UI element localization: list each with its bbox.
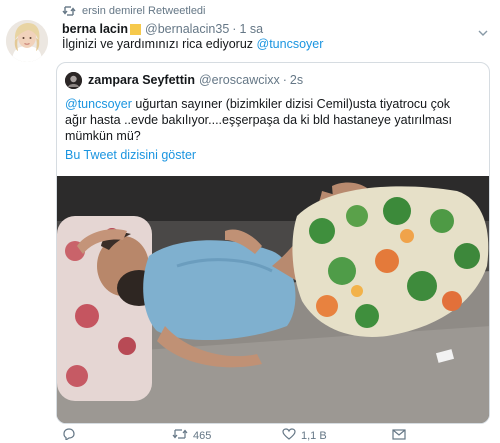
tweet-text: İlginizi ve yardımınızı rica ediyoruz @t… bbox=[62, 37, 323, 51]
quoted-author-avatar bbox=[65, 71, 82, 89]
separator-dot: · bbox=[232, 22, 237, 36]
retweet-indicator: ersin demirel Retweetledi bbox=[62, 3, 206, 19]
quoted-text-line-2: ağır hasta ..evde bakılıyor....eşşerpaşa… bbox=[65, 113, 453, 127]
heart-icon bbox=[282, 428, 296, 443]
quoted-tweet[interactable]: zampara Seyfettin @eroscawcixx · 2s @tun… bbox=[56, 62, 490, 424]
show-thread-link[interactable]: Bu Tweet dizisini göster bbox=[65, 148, 196, 162]
retweet-text[interactable]: ersin demirel Retweetledi bbox=[82, 5, 206, 17]
tweet-time[interactable]: 1 sa bbox=[239, 22, 263, 36]
quoted-tweet-text: @tuncsoyer uğurtan sayıner (bizimkiler d… bbox=[65, 96, 475, 144]
direct-message-button[interactable] bbox=[392, 428, 406, 443]
tweet-mention-link[interactable]: @tuncsoyer bbox=[257, 37, 324, 51]
mail-icon bbox=[392, 428, 406, 443]
reply-button[interactable] bbox=[62, 428, 76, 443]
tweet-actions: 465 1,1 B bbox=[62, 426, 482, 443]
quoted-author-handle[interactable]: @eroscawcixx bbox=[199, 73, 280, 87]
author-name[interactable]: berna lacin bbox=[62, 22, 128, 36]
quoted-tweet-header: zampara Seyfettin @eroscawcixx · 2s bbox=[65, 71, 303, 89]
quoted-text-line-1-rest: uğurtan sayıner (bizimkiler dizisi Cemil… bbox=[131, 97, 451, 111]
tweet-text-body: İlginizi ve yardımınızı rica ediyoruz bbox=[62, 37, 257, 51]
retweet-icon bbox=[172, 428, 188, 443]
separator-dot: · bbox=[282, 73, 287, 87]
retweet-icon bbox=[62, 5, 76, 17]
reply-icon bbox=[62, 428, 76, 443]
quoted-text-line-3: mümkün mü? bbox=[65, 129, 141, 143]
quoted-tweet-time[interactable]: 2s bbox=[290, 73, 303, 87]
attached-photo[interactable] bbox=[57, 176, 489, 423]
quoted-author-name[interactable]: zampara Seyfettin bbox=[88, 73, 195, 87]
like-button[interactable]: 1,1 B bbox=[282, 428, 327, 443]
quoted-text-line-1: @tuncsoyer uğurtan sayıner (bizimkiler d… bbox=[65, 96, 475, 112]
chevron-down-icon[interactable] bbox=[478, 24, 488, 36]
quoted-mention-link[interactable]: @tuncsoyer bbox=[65, 97, 132, 111]
tweet-header: berna lacin @bernalacin35 · 1 sa bbox=[62, 20, 263, 38]
yellow-square-emoji-icon bbox=[130, 23, 141, 35]
author-handle[interactable]: @bernalacin35 bbox=[145, 22, 229, 36]
retweet-button[interactable]: 465 bbox=[172, 428, 211, 443]
author-avatar[interactable] bbox=[6, 20, 48, 62]
